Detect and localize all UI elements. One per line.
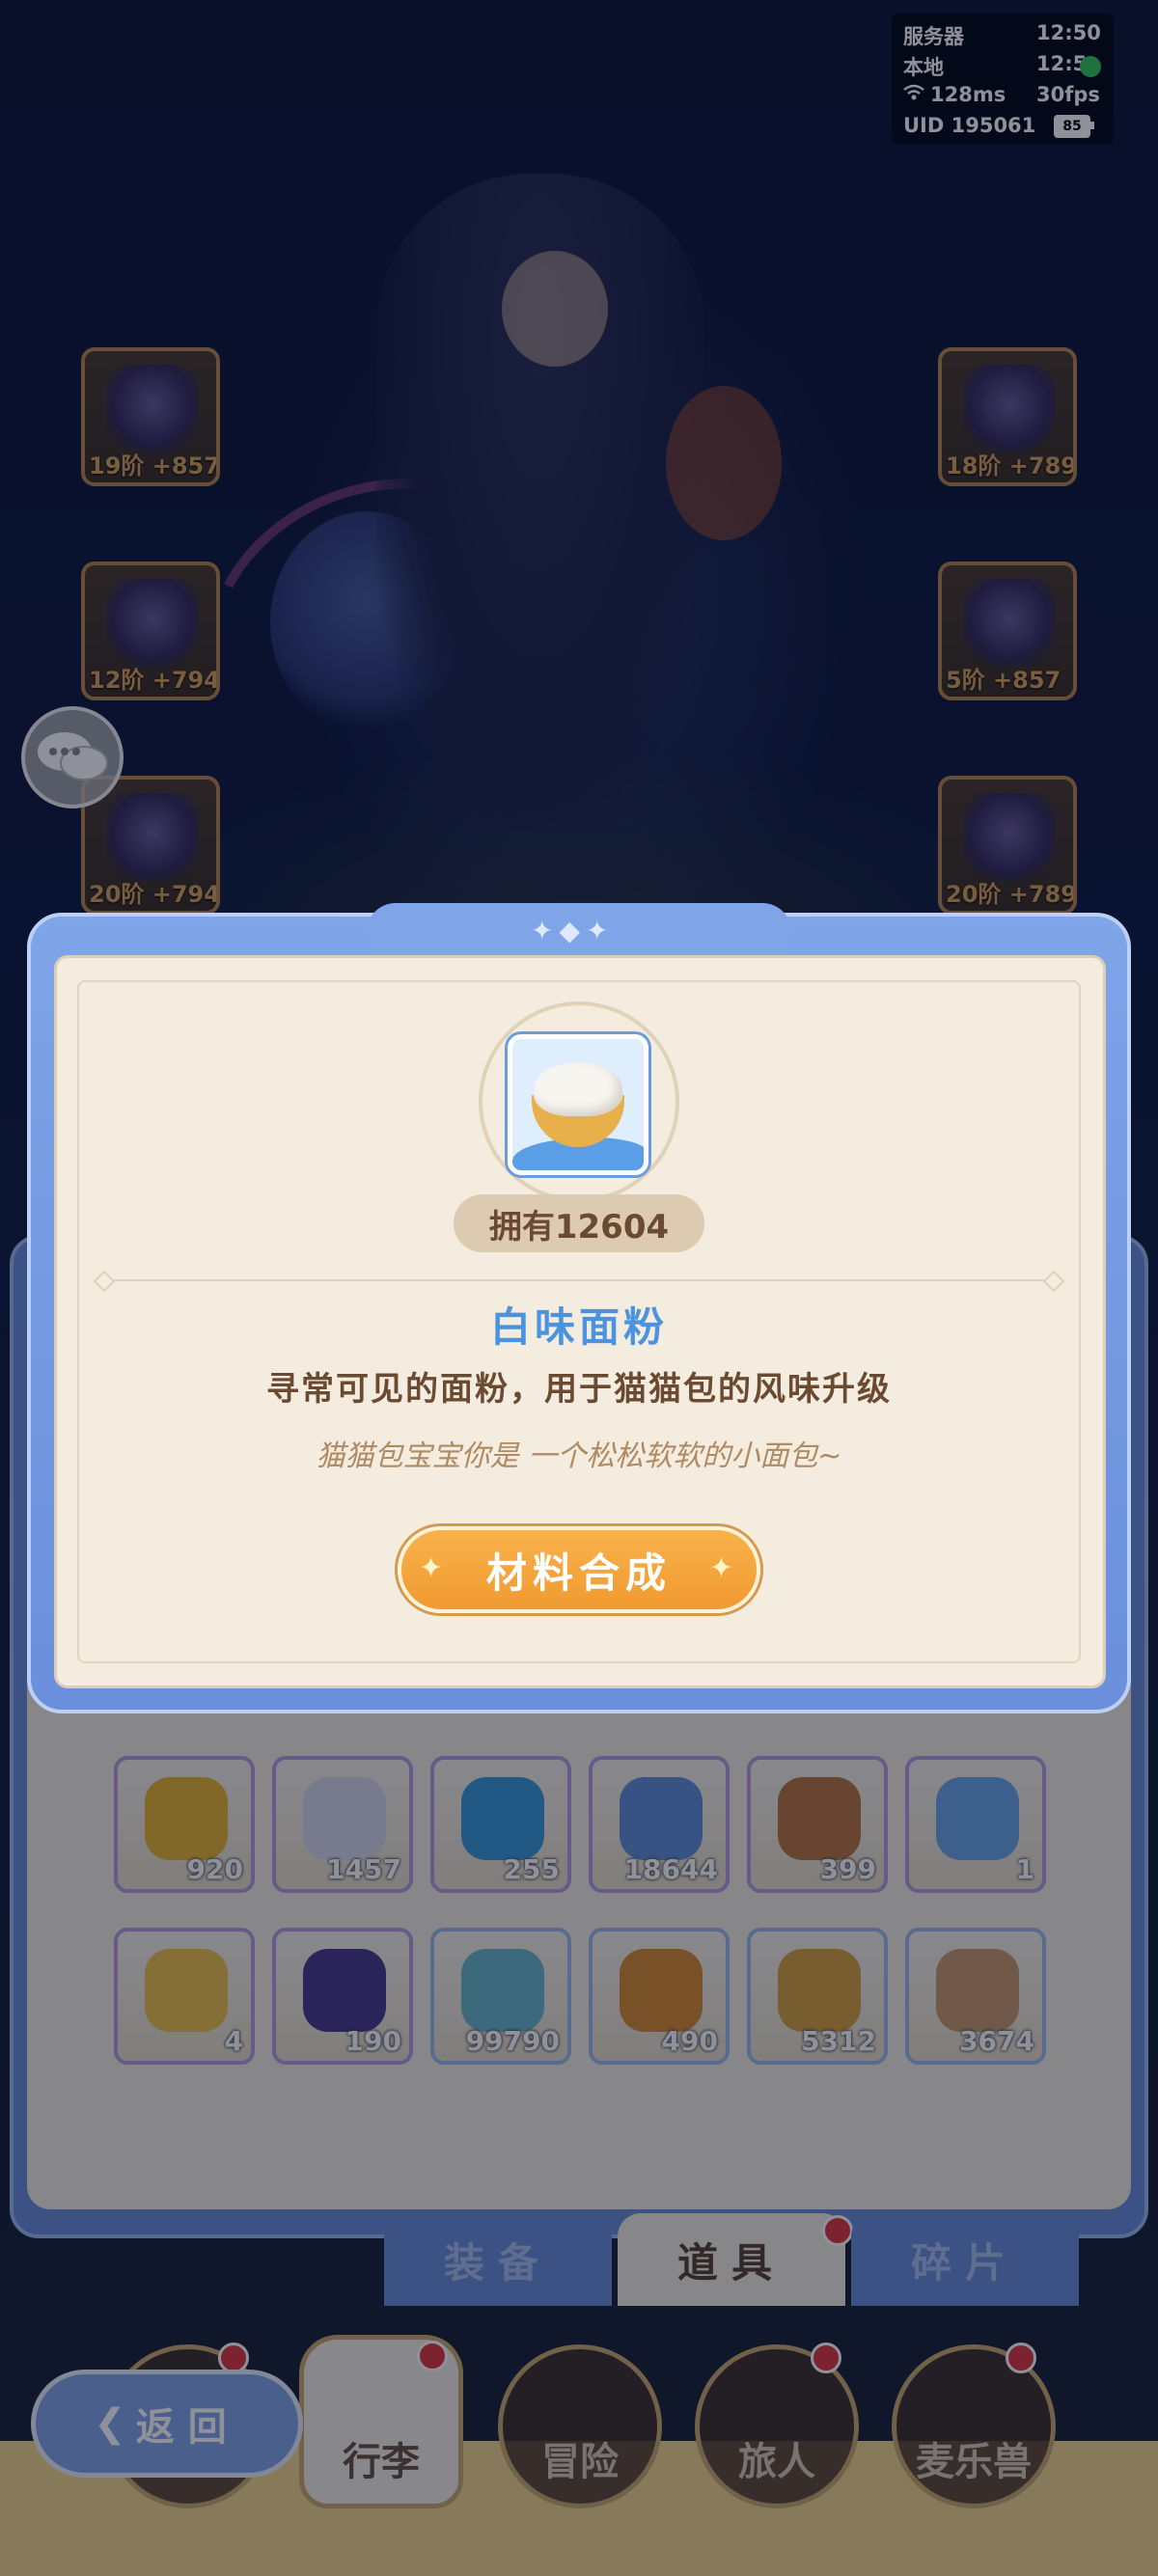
- sparkle-icon: ✦: [419, 1551, 450, 1585]
- item-flavor-text: 猫猫包宝宝你是 一个松松软软的小面包~: [316, 1439, 842, 1473]
- sparkle-icon: ✦: [708, 1551, 739, 1585]
- material-craft-button[interactable]: ✦ 材料合成 ✦: [398, 1526, 760, 1613]
- owned-count: 拥有12604: [454, 1194, 704, 1252]
- divider: [102, 1279, 1056, 1281]
- item-description: 寻常可见的面粉，用于猫猫包的风味升级: [266, 1370, 892, 1409]
- craft-label: 材料合成: [485, 1548, 672, 1597]
- flour-pile: [534, 1062, 622, 1116]
- item-name: 白味面粉: [489, 1303, 668, 1351]
- flour-bowl-icon: [508, 1034, 648, 1175]
- sparkle-ornament-icon: ✦◆✦: [531, 915, 615, 946]
